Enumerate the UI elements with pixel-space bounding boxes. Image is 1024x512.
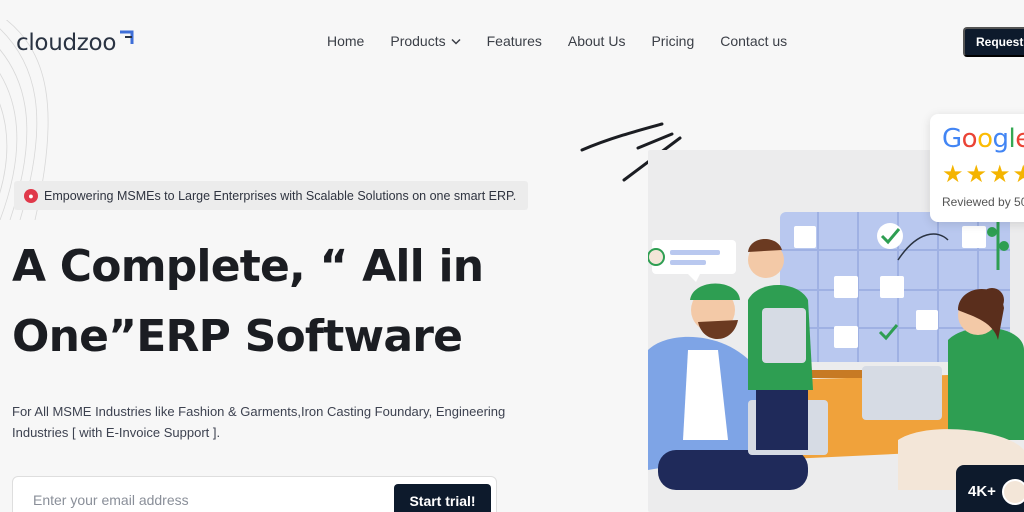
hero-badge: ● Empowering MSMEs to Large Enterprises … [14,181,529,210]
nav-label: Features [486,33,542,49]
email-input[interactable] [33,489,373,511]
nav-features[interactable]: Features [487,33,542,49]
emoji-badge-icon: ● [24,188,38,203]
email-signup-form: Start trial! [12,476,497,512]
avatar [1002,479,1024,505]
nav-products[interactable]: Products [390,33,461,49]
nav-pricing[interactable]: Pricing [651,33,694,49]
hero-title: A Complete, “ All in One”ERP Software [12,232,512,372]
users-count: 4K+ [968,483,996,500]
nav-label: Pricing [651,33,695,49]
nav-label: About Us [567,33,626,49]
main-nav: Home Products Features About Us Pricing … [327,33,787,49]
nav-label: Contact us [720,33,788,49]
rating-stars: ★★★★ [942,161,1024,188]
badge-text: Empowering MSMEs to Large Enterprises wi… [44,188,517,203]
google-review-card: Google ★★★★ Reviewed by 50 [930,114,1024,222]
start-trial-button[interactable]: Start trial! [394,484,491,512]
chevron-down-icon [451,38,461,45]
site-header: cloudzoo Home Products Features About Us… [0,0,1024,80]
logo-text: cloudzoo [16,30,117,56]
nav-home[interactable]: Home [327,33,364,49]
reviewed-by-text: Reviewed by 50 [942,195,1024,209]
hero-subtitle: For All MSME Industries like Fashion & G… [12,404,506,440]
nav-label: Products [390,33,446,49]
nav-label: Home [327,33,365,49]
nav-about-us[interactable]: About Us [568,33,626,49]
users-count-card: 4K+ [956,465,1024,512]
request-demo-button[interactable]: Request D [963,27,1024,57]
hero-title-line1: A Complete, “ All in [12,241,484,292]
hero-title-line2: One”ERP Software [12,311,463,362]
brand-logo[interactable]: cloudzoo [16,30,135,56]
google-logo: Google [942,124,1024,154]
logo-mark-icon [120,30,134,44]
nav-contact-us[interactable]: Contact us [720,33,787,49]
